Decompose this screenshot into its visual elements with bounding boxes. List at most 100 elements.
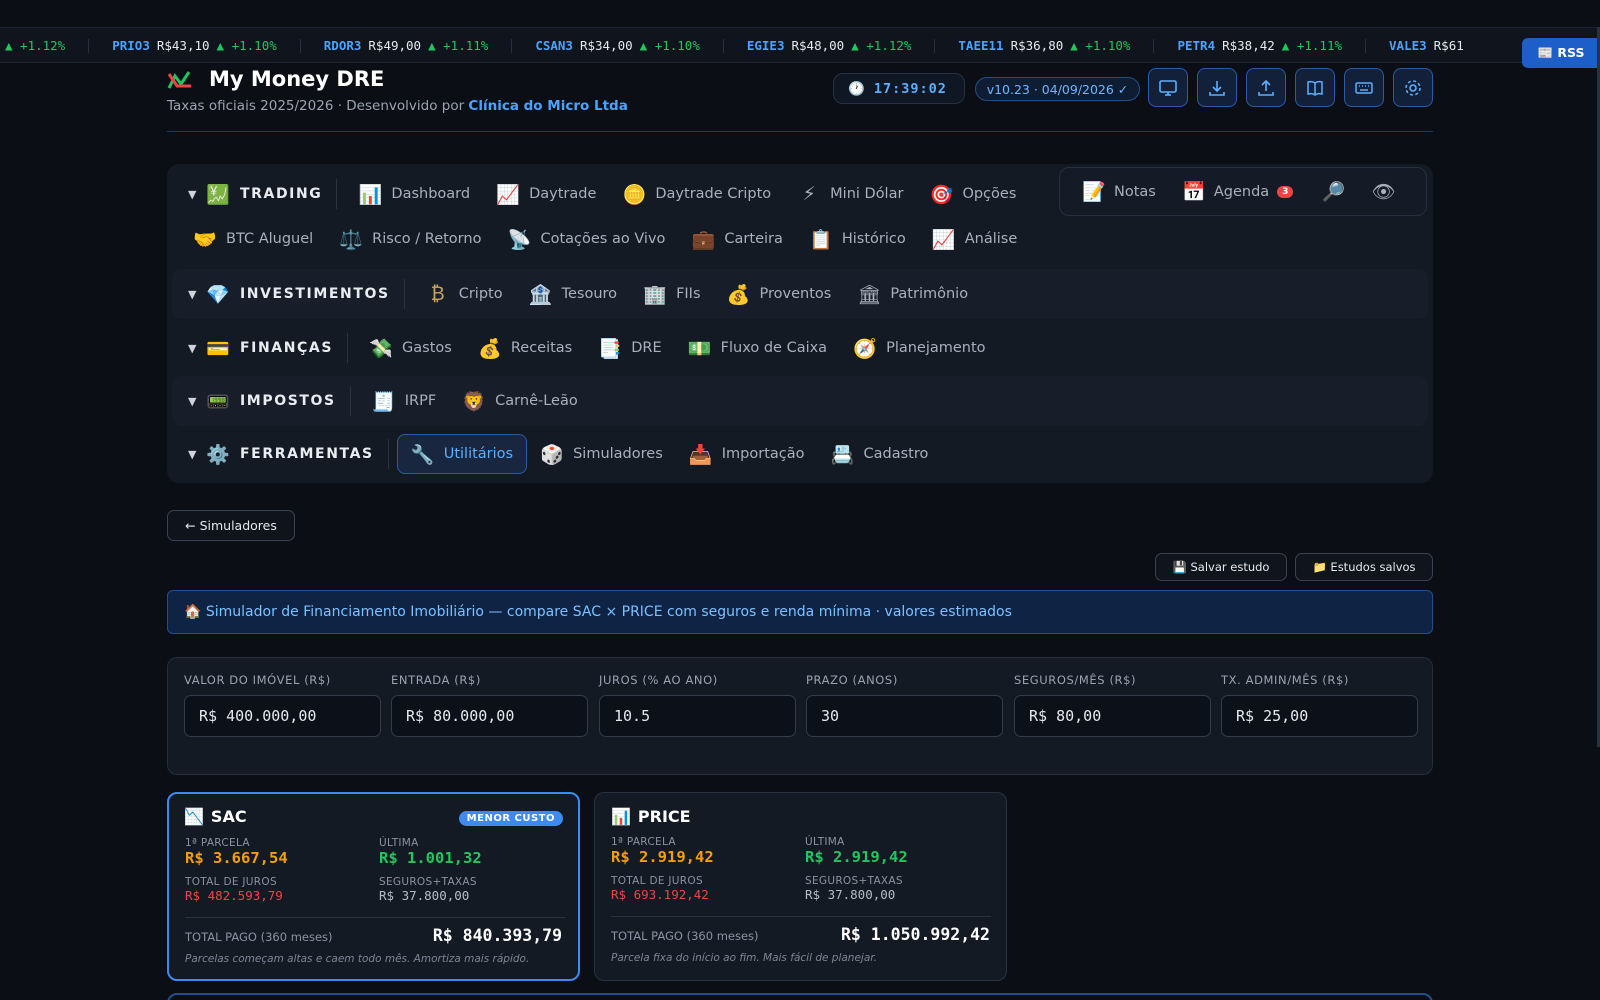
collapse-caret-icon[interactable]: ▼ — [188, 342, 206, 355]
last-installment: ÚLTIMA R$ 1.001,32 — [379, 837, 569, 867]
section-investimentos[interactable]: 💎 INVESTIMENTOS — [206, 279, 405, 309]
version-badge[interactable]: v10.23 · 04/09/2026 ✓ — [975, 77, 1140, 101]
nav-section-financas: ▼ 💳 FINANÇAS 💸 Gastos 💰 Receitas 📑 DRE 💵 Flux… — [172, 323, 1428, 373]
section-trading[interactable]: 💹 TRADING — [206, 179, 338, 209]
insurance-input[interactable] — [1014, 695, 1211, 737]
section-financas[interactable]: 💳 FINANÇAS — [206, 333, 349, 363]
collapse-caret-icon[interactable]: ▼ — [188, 395, 206, 408]
nav-item-carne-leao[interactable]: 🦁 Carnê-Leão — [449, 381, 591, 421]
bitcoin-icon: ₿ — [430, 282, 445, 305]
ticker-item[interactable]: PRIO3 R$43,10 ▲ +1.10% — [89, 39, 301, 53]
nav-item-daytrade-cripto[interactable]: 🪙 Daytrade Cripto — [609, 174, 784, 214]
nav-item-label: Importação — [721, 446, 805, 462]
nav-item-fluxo-caixa[interactable]: 💵 Fluxo de Caixa — [675, 328, 840, 368]
save-study-button[interactable]: 💾 Salvar estudo — [1155, 553, 1287, 581]
nav-item-daytrade[interactable]: 📈 Daytrade — [483, 174, 609, 214]
classical-building-icon: 🏛 — [857, 283, 882, 306]
ticker-price: R$36,80 — [1010, 38, 1064, 53]
nav-item-opcoes[interactable]: 🎯 Opções — [916, 174, 1029, 214]
collapse-caret-icon[interactable]: ▼ — [188, 188, 206, 201]
nav-item-importacao[interactable]: 📥 Importação — [676, 434, 818, 474]
nav-item-planejamento[interactable]: 🧭 Planejamento — [840, 328, 998, 368]
saved-studies-button[interactable]: 📁 Estudos salvos — [1295, 553, 1433, 581]
ticker-item[interactable]: CSAN3 R$34,00 ▲ +1.10% — [512, 39, 724, 53]
ticker-item[interactable]: VALE3 R$61 — [1366, 39, 1487, 53]
nav-item-btc-aluguel[interactable]: 🤝 BTC Aluguel — [190, 219, 326, 259]
ticker-symbol: CSAN3 — [535, 38, 573, 53]
office-building-icon: 🏢 — [643, 283, 667, 306]
nav-item-cotacoes[interactable]: 📡 Cotações ao Vivo — [494, 219, 678, 259]
nav-item-label: Dashboard — [391, 186, 471, 202]
nav-item-utilitarios[interactable]: 🔧 Utilitários — [396, 434, 528, 474]
manual-button[interactable] — [1295, 68, 1335, 107]
company-link[interactable]: Clínica do Micro Ltda — [468, 98, 627, 114]
back-to-simuladores-button[interactable]: ← Simuladores — [167, 510, 295, 541]
upload-button[interactable] — [1246, 68, 1286, 107]
nav-item-label: Patrimônio — [890, 286, 969, 302]
metric-label: SEGUROS+TAXAS — [379, 876, 477, 888]
ticker-change: ▲ +1.11% — [428, 38, 489, 53]
simulator-info-banner: 🏠 Simulador de Financiamento Imobiliário… — [167, 590, 1433, 634]
nav-item-receitas[interactable]: 💰 Receitas — [465, 328, 585, 368]
nav-item-fiis[interactable]: 🏢 FIIs — [630, 274, 713, 314]
section-impostos[interactable]: 📟 IMPOSTOS — [206, 386, 351, 416]
down-payment-field: ENTRADA (R$) — [391, 673, 588, 737]
nav-item-dre[interactable]: 📑 DRE — [585, 328, 674, 368]
nav-item-tesouro[interactable]: 🏦 Tesouro — [516, 274, 630, 314]
nav-item-label: Proventos — [759, 286, 832, 302]
gear-icon — [1405, 79, 1421, 96]
pager-icon: 📟 — [206, 390, 232, 413]
download-button[interactable] — [1197, 68, 1237, 107]
ticker-item[interactable]: EGIE3 R$48,00 ▲ +1.12% — [724, 39, 936, 53]
property-value-input[interactable] — [184, 695, 381, 737]
admin-fee-input[interactable] — [1221, 695, 1418, 737]
metric-label: ÚLTIMA — [379, 837, 419, 849]
monitor-button[interactable] — [1148, 68, 1188, 107]
nav-item-cripto[interactable]: ₿ Cripto — [413, 274, 516, 314]
ticker-item[interactable]: ▲ +1.12% — [0, 39, 90, 53]
last-installment: ÚLTIMA R$ 2.919,42 — [805, 836, 995, 866]
notes-button[interactable]: 📝 Notas — [1082, 180, 1156, 203]
document-icon: 📑 — [598, 337, 623, 360]
term-years-input[interactable] — [806, 695, 1003, 737]
nav-item-cadastro[interactable]: 📇 Cadastro — [818, 434, 942, 474]
collapse-caret-icon[interactable]: ▼ — [188, 288, 206, 301]
nav-item-irpf[interactable]: 🧾 IRPF — [359, 381, 449, 421]
nav-item-historico[interactable]: 📋 Histórico — [796, 219, 919, 259]
field-label: TX. ADMIN/MÊS (R$) — [1221, 673, 1349, 687]
nav-item-patrimonio[interactable]: 🏛 Patrimônio — [844, 274, 981, 314]
agenda-button[interactable]: 📅 Agenda 3 — [1182, 180, 1294, 203]
nav-section-ferramentas: ▼ ⚙️ FERRAMENTAS 🔧 Utilitários 🎲 Simuladore… — [172, 429, 1428, 479]
nav-item-mini-dolar[interactable]: ⚡ Mini Dólar — [784, 174, 916, 214]
ticker-item[interactable]: TAEE11 R$36,80 ▲ +1.10% — [935, 38, 1155, 53]
total-interest: TOTAL DE JUROS R$ 693.192,42 — [611, 875, 801, 902]
settings-button[interactable] — [1393, 68, 1433, 107]
ticker-symbol: PETR4 — [1177, 38, 1216, 53]
interest-rate-input[interactable] — [599, 695, 796, 737]
total-paid-value: R$ 840.393,79 — [432, 926, 562, 945]
nav-item-dashboard[interactable]: 📊 Dashboard — [345, 174, 483, 214]
metric-value: R$ 3.667,54 — [185, 849, 288, 867]
ticker-item[interactable]: PETR4 R$38,42 ▲ +1.11% — [1154, 38, 1367, 53]
search-button[interactable]: 🔎 — [1321, 180, 1346, 203]
rss-button[interactable]: 📰 RSS — [1522, 38, 1600, 68]
nav-item-carteira[interactable]: 💼 Carteira — [678, 219, 795, 259]
section-ferramentas[interactable]: ⚙️ FERRAMENTAS — [206, 439, 389, 469]
down-payment-input[interactable] — [391, 695, 588, 737]
calendar-icon: 📅 — [1182, 181, 1206, 203]
first-installment: 1ª PARCELA R$ 2.919,42 — [611, 836, 801, 866]
nav-item-proventos[interactable]: 💰 Proventos — [714, 274, 845, 314]
nav-item-risco-retorno[interactable]: ⚖️ Risco / Retorno — [326, 219, 494, 259]
keyboard-shortcuts-button[interactable] — [1344, 68, 1384, 107]
ticker-item[interactable]: RDOR3 R$49,00 ▲ +1.11% — [301, 39, 513, 53]
nav-item-analise[interactable]: 📈 Análise — [919, 219, 1031, 259]
credit-card-icon: 💳 — [206, 337, 232, 360]
privacy-toggle[interactable]: 👁 — [1371, 180, 1395, 203]
collapse-caret-icon[interactable]: ▼ — [188, 448, 206, 461]
section-label: INVESTIMENTOS — [240, 286, 390, 302]
price-result-card: 📊 PRICE 1ª PARCELA R$ 2.919,42 ÚLTIMA R$ 2.… — [594, 792, 1007, 981]
nav-item-simuladores[interactable]: 🎲 Simuladores — [527, 434, 676, 474]
nav-item-gastos[interactable]: 💸 Gastos — [356, 328, 465, 368]
main-navigation: ▼ 💹 TRADING 📊 Dashboard 📈 Daytrade 🪙 Daytrad… — [167, 164, 1433, 483]
total-paid-value: R$ 1.050.992,42 — [840, 925, 990, 944]
